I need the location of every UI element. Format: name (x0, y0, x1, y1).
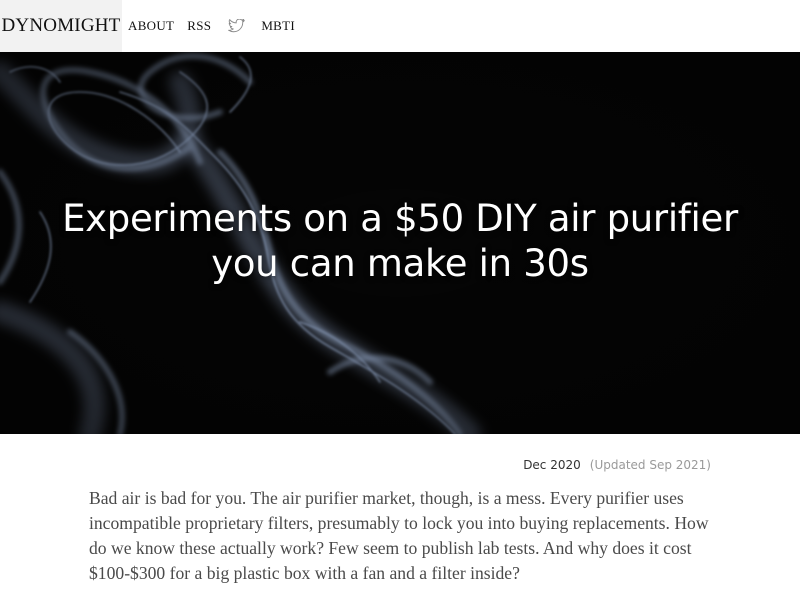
page-title: Experiments on a $50 DIY air purifier yo… (0, 196, 800, 286)
publish-date: Dec 2020 (523, 458, 581, 472)
twitter-link[interactable] (227, 18, 245, 34)
page-title-line-1: Experiments on a $50 DIY air purifier (62, 197, 738, 240)
post-meta: Dec 2020 (Updated Sep 2021) (523, 457, 711, 473)
twitter-icon (227, 19, 245, 33)
updated-date: (Updated Sep 2021) (589, 458, 711, 472)
site-logo-link[interactable]: DYNOMIGHT (0, 0, 122, 52)
page-title-line-2: you can make in 30s (211, 242, 589, 285)
top-nav: DYNOMIGHT ABOUT RSS MBTI (0, 0, 800, 52)
nav-mbti-link[interactable]: MBTI (261, 18, 295, 34)
nav-about-link[interactable]: ABOUT (128, 18, 174, 34)
article-intro-paragraph: Bad air is bad for you. The air purifier… (89, 488, 709, 583)
nav-rss-link[interactable]: RSS (187, 18, 211, 34)
hero-banner: Experiments on a $50 DIY air purifier yo… (0, 52, 800, 434)
